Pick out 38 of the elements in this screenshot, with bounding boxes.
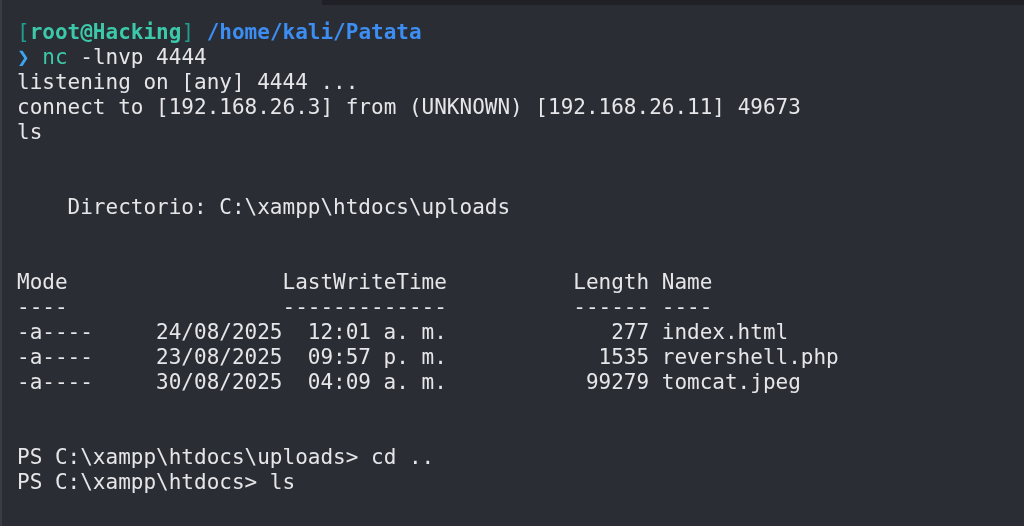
column-heading: Mode xyxy=(17,270,69,295)
output-line: listening on [any] 4444 ... xyxy=(17,70,359,95)
prompt-user: root@Hacking xyxy=(29,20,182,45)
ps-command: ls xyxy=(269,470,296,495)
time-cell: 12:01 a. m. xyxy=(307,320,447,345)
output-line: connect to [192.168.26.3] from (UNKNOWN) [192.168.26.11] 49673 xyxy=(17,95,801,120)
column-heading: ------ xyxy=(573,295,650,319)
column-heading: ------------- xyxy=(282,295,447,320)
date-cell-text: 30/08/2025 xyxy=(156,370,284,395)
column-heading: Length xyxy=(573,270,650,294)
mode-cell-text: -a---- xyxy=(17,320,94,345)
length-cell: 277 xyxy=(611,320,650,344)
output-line: ls xyxy=(17,120,43,145)
date-cell-text: 23/08/2025 xyxy=(156,345,284,370)
prompt-bracket: ] xyxy=(181,20,195,45)
ps-prompt: PS C:\xampp\htdocs> xyxy=(17,470,258,495)
date-cell-text: 24/08/2025 xyxy=(156,320,284,345)
command-args: -lnvp 4444 xyxy=(80,45,207,70)
length-cell: 1535 xyxy=(598,345,650,369)
time-cell: 09:57 p. m. xyxy=(307,345,447,370)
prompt-path: /home/kali/Patata xyxy=(206,20,422,45)
column-heading: LastWriteTime xyxy=(282,270,447,295)
prompt-arrow: ❯ xyxy=(17,45,30,70)
command-name: nc xyxy=(42,45,68,70)
name-cell: index.html xyxy=(661,320,789,345)
ps-prompt: PS C:\xampp\htdocs\uploads> xyxy=(17,445,359,470)
name-cell: revershell.php xyxy=(661,345,839,370)
directory-line: Directorio: C:\xampp\htdocs\uploads xyxy=(67,195,511,220)
name-cell: tomcat.jpeg xyxy=(661,370,801,395)
column-heading: ---- xyxy=(17,295,69,320)
prompt-bracket: [ xyxy=(17,20,30,45)
mode-cell-text: -a---- xyxy=(17,345,94,370)
mode-cell-text: -a---- xyxy=(17,370,94,395)
length-cell: 99279 xyxy=(585,370,650,394)
column-heading: ---- xyxy=(661,295,713,320)
time-cell: 04:09 a. m. xyxy=(307,370,447,395)
column-heading: Name xyxy=(661,270,713,295)
ps-command: cd .. xyxy=(371,445,435,470)
